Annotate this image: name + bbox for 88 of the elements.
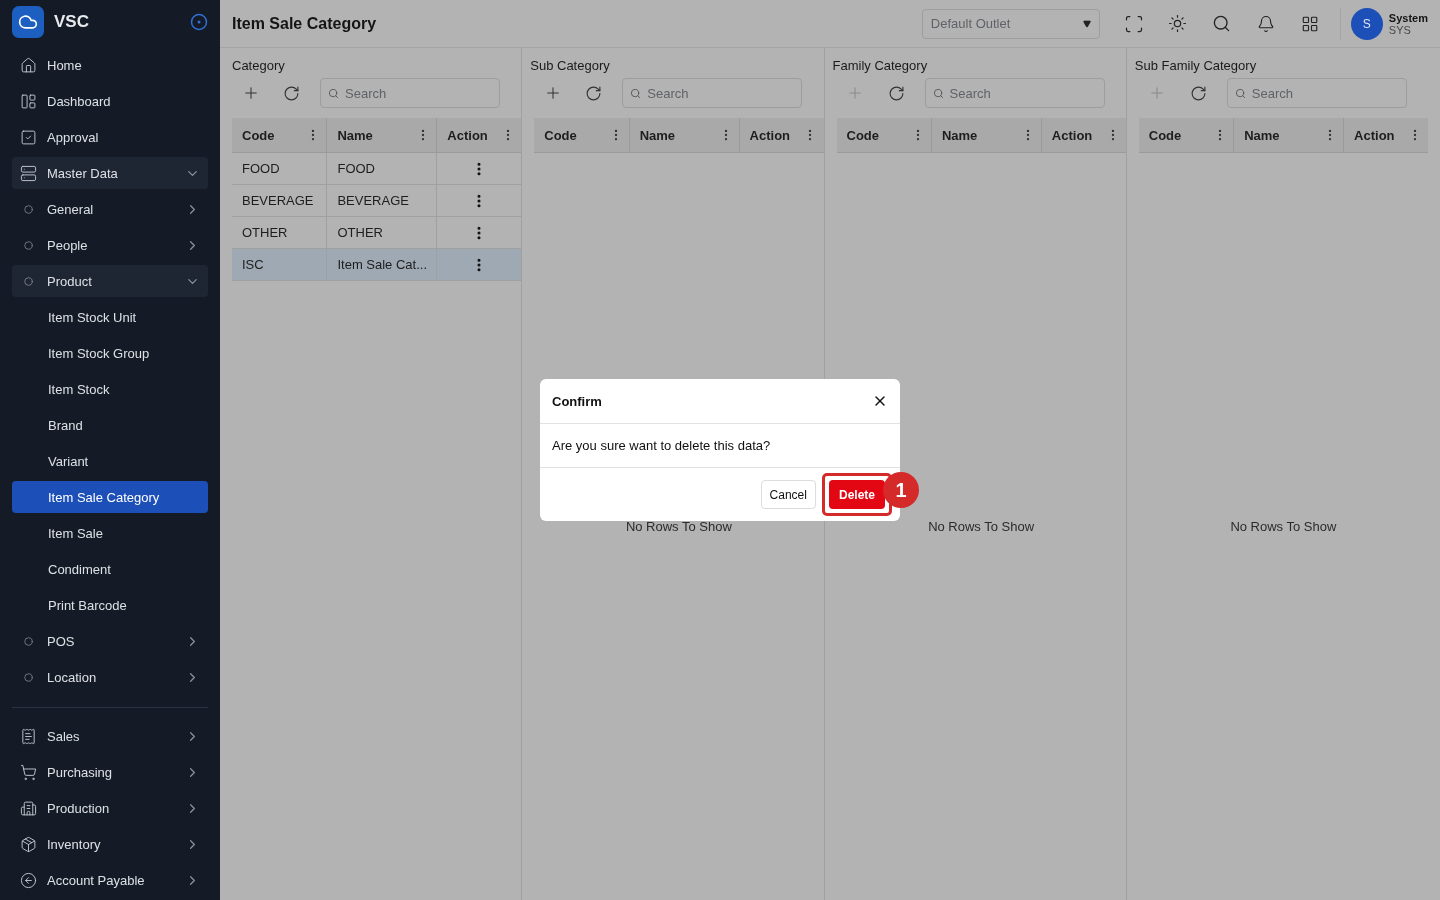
search-icon: [1234, 88, 1246, 99]
user-avatar[interactable]: S: [1350, 7, 1383, 40]
delete-button[interactable]: Delete: [828, 480, 885, 509]
table-cell: FOOD: [232, 153, 328, 184]
search-field[interactable]: Search: [622, 78, 803, 108]
bullet-icon: [24, 204, 33, 214]
table-cell: BEVERAGE: [232, 185, 328, 216]
column-header[interactable]: Name: [629, 118, 740, 152]
checkbox-icon: [20, 128, 37, 146]
table-row[interactable]: ISC Item Sale Cat...: [232, 249, 522, 281]
sidebar-item[interactable]: Item Stock Unit: [12, 301, 208, 333]
sidebar-item[interactable]: Brand: [12, 409, 208, 441]
search-icon: [328, 88, 339, 99]
sidebar-item[interactable]: Sales: [12, 720, 208, 752]
empty-message: No Rows To Show: [1230, 519, 1337, 534]
panel-title: Category: [231, 58, 286, 74]
search-field[interactable]: Search: [1226, 78, 1407, 108]
brand-name: VSC: [54, 12, 90, 32]
sidebar-item[interactable]: Item Stock Group: [12, 337, 208, 369]
search-field[interactable]: Search: [320, 78, 500, 108]
table-row[interactable]: OTHER OTHER: [232, 217, 522, 249]
sidebar-item[interactable]: General: [12, 193, 208, 225]
sidebar-item[interactable]: Purchasing: [12, 756, 208, 788]
column-header[interactable]: Action: [1344, 118, 1428, 152]
dashboard-icon: [20, 92, 37, 110]
sidebar-item[interactable]: Location: [12, 661, 208, 693]
column-header[interactable]: Code: [1138, 118, 1235, 152]
sidebar-item[interactable]: Production: [12, 792, 208, 824]
column-header[interactable]: Action: [739, 118, 824, 152]
sidebar-item[interactable]: Inventory: [12, 828, 208, 860]
sidebar-item[interactable]: Item Sale Category: [12, 481, 208, 513]
sidebar-item[interactable]: Item Sale: [12, 517, 208, 549]
building-icon: [20, 799, 37, 817]
bullet-icon: [24, 636, 33, 646]
table-cell: FOOD: [327, 153, 438, 184]
empty-message: No Rows To Show: [625, 519, 732, 534]
sidebar-item[interactable]: Master Data: [12, 157, 208, 189]
sidebar-item[interactable]: Item Stock: [12, 373, 208, 405]
page-title: Item Sale Category: [232, 14, 378, 33]
home-icon: [20, 56, 37, 74]
search-icon: [630, 88, 642, 99]
sidebar-item[interactable]: Account Payable: [12, 864, 208, 896]
empty-message: No Rows To Show: [928, 519, 1035, 534]
user-name: System: [1388, 11, 1428, 24]
table-cell: BEVERAGE: [327, 185, 438, 216]
sidebar-item[interactable]: People: [12, 229, 208, 261]
table-row[interactable]: BEVERAGE BEVERAGE: [232, 185, 522, 217]
bullet-icon: [24, 672, 33, 682]
arrow-left-circle-icon: [20, 871, 37, 889]
target-icon[interactable]: [190, 13, 208, 31]
dropdown-caret-icon: [1082, 19, 1091, 28]
document-icon: [20, 727, 37, 745]
table-row[interactable]: FOOD FOOD: [232, 153, 522, 185]
search-icon: [932, 88, 944, 99]
server-icon: [20, 164, 37, 182]
sidebar-item[interactable]: Dashboard: [12, 85, 208, 117]
panel-title: Family Category: [832, 58, 929, 74]
table-cell: Item Sale Cat...: [327, 249, 438, 280]
table-cell: OTHER: [327, 217, 438, 248]
box-icon: [20, 835, 37, 853]
column-header[interactable]: Action: [437, 118, 522, 152]
sidebar-item[interactable]: Variant: [12, 445, 208, 477]
bullet-icon: [24, 276, 33, 286]
panel-title: Sub Category: [530, 58, 611, 74]
sidebar-item[interactable]: Condiment: [12, 553, 208, 585]
sidebar-item[interactable]: POS: [12, 625, 208, 657]
column-header[interactable]: Code: [232, 118, 328, 152]
cancel-button[interactable]: Cancel: [760, 480, 816, 509]
sidebar-item[interactable]: Home: [12, 49, 208, 81]
table-cell: OTHER: [232, 217, 328, 248]
bullet-icon: [24, 240, 33, 250]
panel-title: Sub Family Category: [1134, 58, 1258, 74]
search-field[interactable]: Search: [924, 78, 1105, 108]
sidebar-item[interactable]: Product: [12, 265, 208, 297]
cart-icon: [20, 763, 37, 781]
table-cell: ISC: [232, 249, 328, 280]
column-header[interactable]: Action: [1041, 118, 1126, 152]
column-header[interactable]: Name: [327, 118, 438, 152]
sidebar-item[interactable]: Print Barcode: [12, 589, 208, 621]
sidebar-item[interactable]: Approval: [12, 121, 208, 153]
column-header[interactable]: Code: [534, 118, 630, 152]
user-code: SYS: [1388, 23, 1411, 36]
column-header[interactable]: Name: [1234, 118, 1345, 152]
cloud-logo-icon: [12, 6, 44, 38]
dialog-title: Confirm: [552, 393, 603, 409]
column-header[interactable]: Name: [931, 118, 1042, 152]
column-header[interactable]: Code: [836, 118, 932, 152]
dialog-message: Are you sure want to delete this data?: [540, 424, 900, 468]
